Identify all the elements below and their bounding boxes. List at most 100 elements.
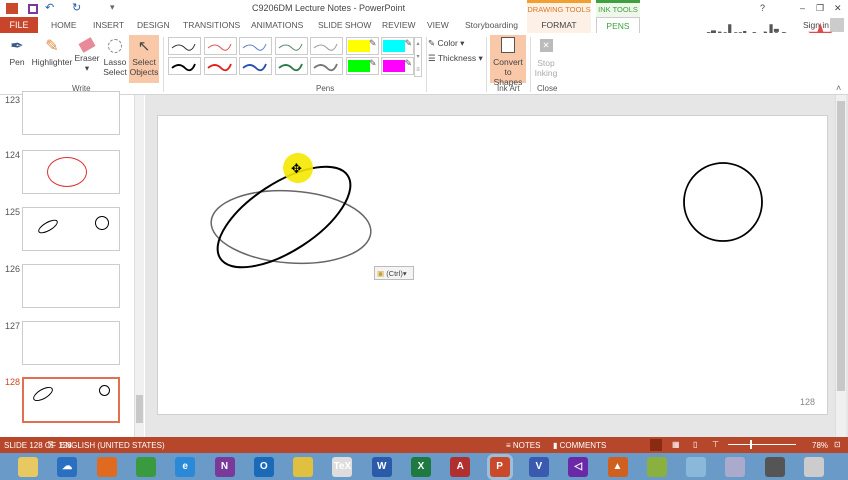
pen-swatch[interactable] (168, 57, 201, 75)
restore-button[interactable]: ❐ (816, 3, 824, 14)
slide-thumbnails-panel: 123 124 125 126 127 128 (0, 91, 145, 437)
tab-file[interactable]: FILE (0, 17, 38, 33)
minimize-button[interactable]: – (800, 3, 805, 13)
highlighter-button[interactable]: ✎ Highlighter (30, 37, 74, 67)
pen-swatch[interactable]: ✎ (381, 37, 414, 55)
convert-to-shapes-button[interactable]: Convert to Shapes (490, 35, 526, 87)
pen-swatch[interactable] (310, 57, 343, 75)
excel-icon[interactable]: X (411, 457, 431, 477)
slide-thumbnail-124[interactable] (22, 150, 120, 194)
window-title: C9206DM Lecture Notes - PowerPoint (252, 3, 406, 13)
snipping-icon[interactable] (764, 457, 785, 477)
tab-transitions[interactable]: TRANSITIONS (183, 20, 240, 30)
pen-button[interactable]: ✒ Pen (4, 37, 30, 67)
internet-explorer-icon[interactable]: e (175, 457, 196, 477)
slide-thumbnail-125[interactable] (22, 207, 120, 251)
slide-sorter-icon[interactable]: ▦ (672, 440, 680, 449)
outlook-icon[interactable]: O (253, 457, 274, 477)
collapse-ribbon-icon[interactable]: ˄ (836, 83, 841, 93)
pen-swatch[interactable] (203, 37, 237, 55)
thumbnail-scrollbar[interactable] (134, 95, 144, 437)
file-explorer-icon[interactable] (18, 457, 38, 477)
language-indicator[interactable]: ENGLISH (UNITED STATES) (60, 441, 165, 450)
chrome-icon[interactable] (135, 457, 156, 477)
tab-format[interactable]: FORMAT (527, 17, 591, 33)
latex-icon[interactable]: TeX (332, 457, 353, 477)
tab-view[interactable]: VIEW (427, 20, 449, 30)
tab-insert[interactable]: INSERT (93, 20, 124, 30)
cursor-icon: ↖ (137, 38, 151, 55)
move-cursor-icon: ✥ (291, 161, 302, 176)
slide-canvas[interactable]: ✥ ▣ (Ctrl)▾ 128 (157, 115, 828, 415)
powerpoint-icon[interactable]: P (486, 454, 513, 480)
color-button[interactable]: ✎ Color ▾ (428, 38, 464, 48)
visual-studio-icon[interactable]: ◁ (568, 457, 589, 477)
pen-app-icon[interactable] (293, 457, 314, 477)
redo-icon[interactable]: ↻ (72, 1, 81, 14)
tab-animations[interactable]: ANIMATIONS (251, 20, 303, 30)
fit-slide-icon[interactable]: ⊡ (834, 440, 841, 449)
calculator-icon[interactable] (725, 457, 746, 477)
pen-swatch[interactable] (168, 37, 201, 55)
pen-swatch[interactable]: ✎ (345, 57, 379, 75)
onenote-icon[interactable]: N (214, 457, 235, 477)
normal-view-icon[interactable] (650, 439, 662, 451)
zoom-level[interactable]: 78% (812, 441, 828, 450)
pen-swatch[interactable] (310, 37, 343, 55)
tab-slide-show[interactable]: SLIDE SHOW (318, 20, 371, 30)
visio-icon[interactable]: V (528, 457, 549, 477)
slide-number: 125 (5, 207, 21, 217)
pen-swatch[interactable] (274, 57, 308, 75)
select-objects-button[interactable]: ↖ Select Objects (129, 35, 159, 83)
gallery-scroll[interactable]: ▴ ▾ ≡ (414, 37, 422, 77)
slideshow-icon[interactable]: ⊤ (712, 440, 719, 449)
close-button[interactable]: ✕ (834, 3, 842, 14)
eraser-button[interactable]: Eraser ▾ (74, 37, 100, 73)
matlab-icon[interactable]: ▲ (607, 457, 628, 477)
pen-swatch[interactable]: ✎ (345, 37, 379, 55)
slide-thumbnail-127[interactable] (22, 321, 120, 365)
notes-button[interactable]: ≡ NOTES (506, 441, 540, 450)
ink-tools-label: INK TOOLS (596, 0, 640, 17)
ink-circle[interactable] (683, 162, 763, 242)
paste-options-button[interactable]: ▣ (Ctrl)▾ (374, 266, 414, 280)
save-icon[interactable] (28, 4, 38, 14)
reading-view-icon[interactable]: ▯ (693, 440, 697, 449)
firefox-icon[interactable] (96, 457, 117, 477)
slide-number-label: 128 (800, 397, 816, 407)
pen-swatch[interactable] (274, 37, 308, 55)
stop-inking-button[interactable]: ✕ Stop Inking (532, 37, 560, 78)
tab-storyboarding[interactable]: Storyboarding (465, 20, 518, 30)
editor-scrollbar[interactable] (835, 95, 846, 437)
slide-thumbnail-126[interactable] (22, 264, 120, 308)
slide-number: 127 (5, 321, 21, 331)
pen-swatch[interactable] (239, 57, 272, 75)
onedrive-icon[interactable]: ☁ (57, 457, 78, 477)
help-button[interactable]: ? (760, 3, 765, 13)
highlighter-icon: ✎ (45, 38, 59, 55)
lasso-select-button[interactable]: Lasso Select (102, 37, 128, 77)
pen-swatch[interactable] (203, 57, 237, 75)
spellcheck-icon[interactable]: ⎘ (48, 440, 54, 450)
tab-design[interactable]: DESIGN (137, 20, 170, 30)
undo-icon[interactable]: ↶ (45, 1, 54, 14)
tab-review[interactable]: REVIEW (382, 20, 416, 30)
slide-number: 123 (5, 95, 21, 105)
notepad-plus-icon[interactable] (646, 457, 667, 477)
pen-icon: ✒ (10, 38, 24, 55)
slide-thumbnail-128[interactable] (22, 377, 120, 423)
comments-button[interactable]: ▮ COMMENTS (553, 441, 606, 450)
notes-icon[interactable] (686, 457, 707, 477)
tab-pens[interactable]: PENS (596, 17, 640, 34)
keyboard-icon[interactable] (804, 457, 824, 477)
zoom-slider[interactable] (728, 440, 796, 449)
slide-thumbnail-123[interactable] (22, 91, 120, 135)
tab-home[interactable]: HOME (51, 20, 77, 30)
qat-customize-icon[interactable]: ▾ (110, 2, 115, 13)
thickness-button[interactable]: ☰ Thickness ▾ (428, 53, 483, 63)
status-bar: SLIDE 128 OF 128 ⎘ ENGLISH (UNITED STATE… (0, 437, 848, 453)
pen-swatch[interactable]: ✎ (381, 57, 414, 75)
word-icon[interactable]: W (371, 457, 392, 477)
pen-swatch[interactable] (239, 37, 272, 55)
access-icon[interactable]: A (450, 457, 471, 477)
